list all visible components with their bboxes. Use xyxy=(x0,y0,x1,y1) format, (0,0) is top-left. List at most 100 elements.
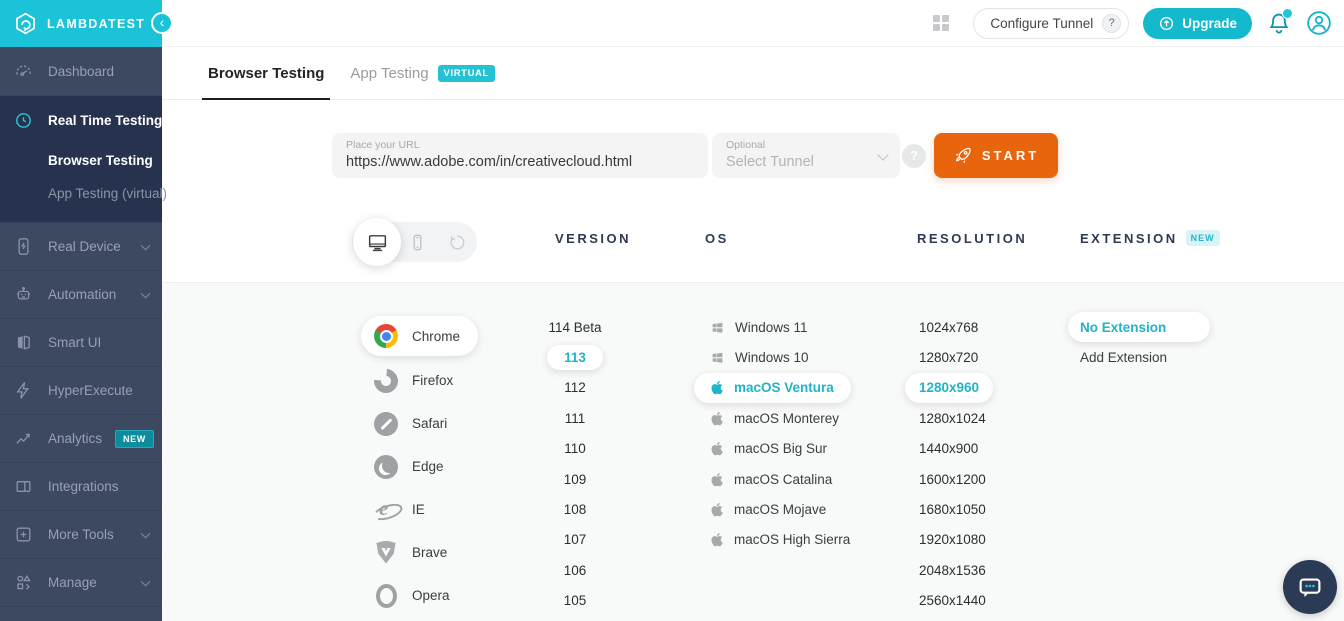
os-option-windows-10[interactable]: Windows 10 xyxy=(694,342,826,372)
os-option-macos-catalina[interactable]: macOS Catalina xyxy=(694,464,849,494)
resolution-option[interactable]: 1280x1024 xyxy=(905,403,1000,433)
notifications-bell-icon[interactable] xyxy=(1266,10,1292,36)
os-label: macOS Big Sur xyxy=(734,441,827,456)
resolution-label: 1280x1024 xyxy=(919,411,986,426)
resolution-option[interactable]: 1600x1200 xyxy=(905,464,1000,494)
sidebar-item-smart-ui[interactable]: Smart UI xyxy=(0,318,162,366)
extension-label: No Extension xyxy=(1080,320,1166,335)
version-label: 113 xyxy=(547,345,603,370)
resolution-option[interactable]: 1280x720 xyxy=(905,342,992,372)
resolution-label: 1680x1050 xyxy=(919,502,986,517)
extension-option[interactable]: Add Extension xyxy=(1068,342,1211,372)
sidebar-item-integrations[interactable]: Integrations xyxy=(0,462,162,510)
device-type-toggle xyxy=(352,222,477,262)
resolution-option[interactable]: 2048x1536 xyxy=(905,555,1000,585)
sidebar-item-label: Integrations xyxy=(48,479,149,494)
more-tools-icon xyxy=(11,523,35,547)
browser-option-chrome[interactable]: Chrome xyxy=(361,316,478,356)
sidebar-item-more-tools[interactable]: More Tools xyxy=(0,510,162,558)
sidebar-item-manage[interactable]: Manage xyxy=(0,558,162,606)
sidebar-item-hyperexecute[interactable]: HyperExecute xyxy=(0,366,162,414)
browser-list: Chrome Firefox Safari Edge IE Brave xyxy=(361,316,478,617)
version-label: 107 xyxy=(547,527,604,552)
column-header-os: OS xyxy=(705,231,729,246)
browser-label: Safari xyxy=(412,416,447,431)
tunnel-select[interactable]: Optional Select Tunnel xyxy=(712,133,900,178)
sidebar-item-browser-testing[interactable]: Browser Testing xyxy=(0,144,162,177)
dashboard-icon xyxy=(11,59,35,83)
version-option[interactable]: 105 xyxy=(515,586,635,616)
sidebar-collapse-button[interactable]: ‹ xyxy=(151,12,173,34)
version-option[interactable]: 110 xyxy=(515,434,635,464)
os-option-windows-11[interactable]: Windows 11 xyxy=(694,312,825,342)
resolution-option[interactable]: 1440x900 xyxy=(905,434,992,464)
os-option-macos-high-sierra[interactable]: macOS High Sierra xyxy=(694,525,867,555)
os-option-macos-monterey[interactable]: macOS Monterey xyxy=(694,403,856,433)
sidebar-item-dashboard[interactable]: Dashboard xyxy=(0,47,162,95)
resolution-option[interactable]: 1024x768 xyxy=(905,312,992,342)
rocket-icon xyxy=(953,146,973,166)
mobile-device-icon[interactable] xyxy=(397,222,437,262)
version-option[interactable]: 109 xyxy=(515,464,635,494)
internet-explorer-icon xyxy=(374,498,398,522)
version-option[interactable]: 111 xyxy=(515,403,635,433)
os-option-macos-ventura[interactable]: macOS Ventura xyxy=(694,373,851,403)
history-icon[interactable] xyxy=(437,222,477,262)
brave-icon xyxy=(374,541,398,565)
upgrade-button[interactable]: Upgrade xyxy=(1143,8,1252,39)
sidebar-item-automation[interactable]: Automation xyxy=(0,270,162,318)
help-icon[interactable]: ? xyxy=(1102,14,1121,33)
tunnel-help-icon[interactable]: ? xyxy=(902,144,926,168)
url-input[interactable]: Place your URL https://www.adobe.com/in/… xyxy=(332,133,708,178)
resolution-option[interactable]: 2560x1440 xyxy=(905,586,1000,616)
browser-option-safari[interactable]: Safari xyxy=(361,402,473,445)
windows-icon xyxy=(711,351,724,364)
apple-icon xyxy=(711,502,723,517)
resolution-label: 1440x900 xyxy=(919,441,978,456)
configure-tunnel-button[interactable]: Configure Tunnel ? xyxy=(973,8,1129,39)
browser-option-firefox[interactable]: Firefox xyxy=(361,359,473,402)
os-option-macos-big-sur[interactable]: macOS Big Sur xyxy=(694,434,844,464)
chrome-icon xyxy=(374,324,398,348)
version-option[interactable]: 106 xyxy=(515,555,635,585)
chat-widget-button[interactable] xyxy=(1283,560,1337,614)
selection-list-area: Chrome Firefox Safari Edge IE Brave xyxy=(162,282,1344,621)
desktop-device-icon[interactable] xyxy=(353,218,401,266)
os-label: macOS Mojave xyxy=(734,502,826,517)
sidebar-group-real-time-testing: Real Time Testing Browser Testing App Te… xyxy=(0,95,162,222)
apple-icon xyxy=(711,532,723,547)
profile-avatar-icon[interactable] xyxy=(1306,10,1332,36)
browser-option-opera[interactable]: Opera xyxy=(361,574,473,617)
apple-icon xyxy=(711,441,723,456)
extension-option[interactable]: No Extension xyxy=(1068,312,1210,342)
sidebar-item-label: Analytics xyxy=(48,431,102,446)
version-option[interactable]: 114 Beta xyxy=(515,312,635,342)
browser-option-edge[interactable]: Edge xyxy=(361,445,473,488)
browser-option-brave[interactable]: Brave xyxy=(361,531,473,574)
tab-app-testing[interactable]: App Testing VIRTUAL xyxy=(350,47,495,99)
browser-option-ie[interactable]: IE xyxy=(361,488,473,531)
resolution-label: 2048x1536 xyxy=(919,563,986,578)
version-option[interactable]: 113 xyxy=(515,342,635,372)
new-badge: NEW xyxy=(1186,230,1220,246)
sidebar-item-label: Automation xyxy=(48,287,129,302)
chevron-down-icon xyxy=(141,528,151,538)
sidebar-nav: Dashboard Real Time Testing Browser Test… xyxy=(0,47,162,621)
resolution-option[interactable]: 1920x1080 xyxy=(905,525,1000,555)
version-option[interactable]: 107 xyxy=(515,525,635,555)
sidebar-item-real-time-testing[interactable]: Real Time Testing xyxy=(0,96,162,144)
version-option[interactable]: 108 xyxy=(515,494,635,524)
version-option[interactable]: 112 xyxy=(515,373,635,403)
start-button[interactable]: START xyxy=(934,133,1058,178)
os-option-macos-mojave[interactable]: macOS Mojave xyxy=(694,494,843,524)
resolution-option[interactable]: 1680x1050 xyxy=(905,494,1000,524)
resolution-option[interactable]: 1280x960 xyxy=(905,373,993,403)
sidebar-item-analytics[interactable]: Analytics NEW xyxy=(0,414,162,462)
tab-browser-testing[interactable]: Browser Testing xyxy=(208,47,324,99)
sidebar-item-real-device[interactable]: Real Device xyxy=(0,222,162,270)
browser-label: Firefox xyxy=(412,373,453,388)
sidebar-item-label: More Tools xyxy=(48,527,129,542)
apps-grid-icon[interactable] xyxy=(933,15,949,31)
version-list: 114 Beta 113 112 111 110 xyxy=(515,312,635,616)
sidebar-item-app-testing-virtual[interactable]: App Testing (virtual) xyxy=(0,177,162,210)
